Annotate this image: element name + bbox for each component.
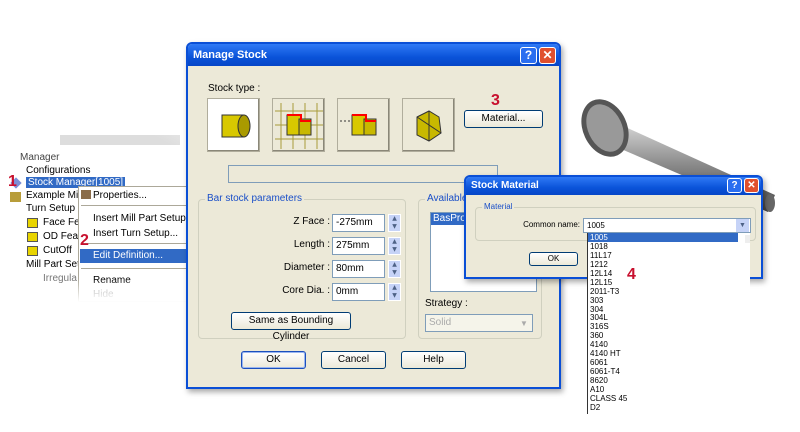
material-option[interactable]: A10 (588, 385, 750, 394)
dialog-titlebar: Manage Stock ? ✕ (188, 44, 559, 66)
material-option[interactable]: 316S (588, 322, 750, 331)
material-option[interactable]: 4140 HT (588, 349, 750, 358)
material-option[interactable]: 304 (588, 305, 750, 314)
shaft-end (765, 194, 775, 212)
chevron-down-icon[interactable]: ▼ (736, 219, 749, 232)
material-dropdown-list[interactable]: 1005 1018 11L17 1212 12L14 12L15 2011-T3 303 304… (587, 233, 750, 414)
material-ok-button[interactable]: OK (529, 252, 578, 266)
help-button[interactable]: Help (401, 351, 466, 369)
ok-button[interactable]: OK (241, 351, 306, 369)
core-dia-input[interactable]: 0mm (332, 283, 385, 301)
material-option[interactable]: 4140 (588, 340, 750, 349)
length-spinner[interactable]: ▲ ▼ (388, 237, 401, 255)
cancel-button[interactable]: Cancel (321, 351, 386, 369)
same-as-bounding-cylinder-button[interactable]: Same as Bounding Cylinder (231, 312, 351, 342)
material-button[interactable]: Material... (464, 110, 543, 128)
strategy-select[interactable]: Solid ▼ (425, 314, 533, 332)
material-option[interactable]: 6061 (588, 358, 750, 367)
menu-item-rename[interactable]: Rename (93, 275, 131, 286)
step-3-marker: 3 (491, 92, 500, 109)
material-option[interactable]: 12L14 (588, 269, 750, 278)
close-button[interactable]: ✕ (539, 47, 556, 64)
tree-item-mill-part-setup[interactable]: Mill Part Set (26, 259, 80, 270)
stock-type-label: Stock type : (208, 83, 261, 94)
core-dia-label: Core Dia. : (282, 285, 330, 296)
stock-info-field (228, 165, 498, 183)
material-option[interactable]: 303 (588, 296, 750, 305)
strategy-value: Solid (429, 317, 452, 328)
dialog-title: Manage Stock (193, 49, 267, 61)
available-group-label: Available (425, 193, 470, 204)
stock-type-profile[interactable] (337, 98, 390, 152)
bar-stock-group-label: Bar stock parameters (205, 193, 305, 204)
common-name-label: Common name: (523, 220, 580, 229)
tree-header: Manager (20, 152, 60, 163)
diameter-input[interactable]: 80mm (332, 260, 385, 278)
common-name-value: 1005 (587, 221, 605, 230)
tree-item-example-mill[interactable]: Example Mi (26, 190, 78, 201)
profile-stock-icon (340, 114, 377, 136)
menu-item-insert-mill-part-setup[interactable]: Insert Mill Part Setup... (93, 213, 194, 224)
material-option[interactable]: 360 (588, 331, 750, 340)
dialog-title: Stock Material (471, 180, 539, 191)
strategy-label: Strategy : (425, 298, 468, 309)
z-face-spinner[interactable]: ▲ ▼ (388, 214, 401, 232)
tree-item-turn-setup[interactable]: Turn Setup (26, 203, 75, 214)
tree-item-configurations[interactable]: Configurations (26, 165, 90, 176)
material-group-label: Material (482, 202, 515, 211)
cutoff-icon (27, 246, 38, 256)
menu-item-edit-definition[interactable]: Edit Definition... (93, 250, 163, 261)
material-option[interactable]: 12L15 (588, 278, 750, 287)
diameter-spinner[interactable]: ▲ ▼ (388, 260, 401, 278)
help-title-button[interactable]: ? (727, 178, 742, 193)
menu-item-hide[interactable]: Hide (93, 289, 114, 300)
step-2-marker: 2 (80, 232, 89, 249)
dialog-titlebar: Stock Material ? ✕ (466, 177, 761, 195)
material-option[interactable]: 2011-T3 (588, 287, 750, 296)
diameter-label: Diameter : (283, 262, 330, 273)
z-face-input[interactable]: -275mm (332, 214, 385, 232)
chevron-down-icon: ▼ (520, 319, 528, 328)
menu-item-properties[interactable]: Properties... (93, 190, 147, 201)
tree-item-cutoff[interactable]: CutOff (43, 245, 72, 256)
material-option[interactable]: 11L17 (588, 251, 750, 260)
face-feature-icon (27, 218, 38, 228)
core-dia-spinner[interactable]: ▲ ▼ (388, 283, 401, 301)
menu-item-insert-turn-setup[interactable]: Insert Turn Setup... (93, 228, 178, 239)
material-option[interactable]: D2 (588, 403, 750, 412)
material-option[interactable]: 304L (588, 313, 750, 322)
stock-type-stl[interactable] (402, 98, 455, 152)
cylinder-stock-icon (221, 114, 251, 138)
tree-item-irregular[interactable]: Irregula (43, 273, 77, 284)
material-option[interactable]: 1018 (588, 242, 750, 251)
step-1-marker: 1 (8, 173, 17, 190)
material-option[interactable]: 1212 (588, 260, 750, 269)
properties-icon (81, 190, 91, 199)
grid-profile-stock-icon (275, 103, 323, 149)
length-input[interactable]: 275mm (332, 237, 385, 255)
material-option[interactable]: 8620 (588, 376, 750, 385)
stl-mesh-stock-icon (416, 110, 442, 142)
length-label: Length : (293, 239, 330, 250)
material-option[interactable]: 6061-T4 (588, 367, 750, 376)
tree-item-od-feature[interactable]: OD Fea (43, 231, 78, 242)
common-name-combobox[interactable]: 1005 ▼ (583, 218, 751, 233)
z-face-label: Z Face : (293, 216, 330, 227)
od-feature-icon (27, 232, 38, 242)
close-button[interactable]: ✕ (744, 178, 759, 193)
material-option[interactable]: CLASS 45 (588, 394, 750, 403)
mill-setup-icon (10, 192, 21, 202)
dropdown-scrollbar[interactable] (745, 235, 750, 243)
stock-type-cylinder[interactable] (207, 98, 260, 152)
step-4-marker: 4 (627, 266, 636, 283)
tree-tabs[interactable] (60, 135, 180, 145)
stock-type-grid-profile[interactable] (272, 98, 325, 152)
tree-item-face-feature[interactable]: Face Fe (43, 217, 80, 228)
help-title-button[interactable]: ? (520, 47, 537, 64)
material-option[interactable]: 1005 (588, 233, 738, 242)
